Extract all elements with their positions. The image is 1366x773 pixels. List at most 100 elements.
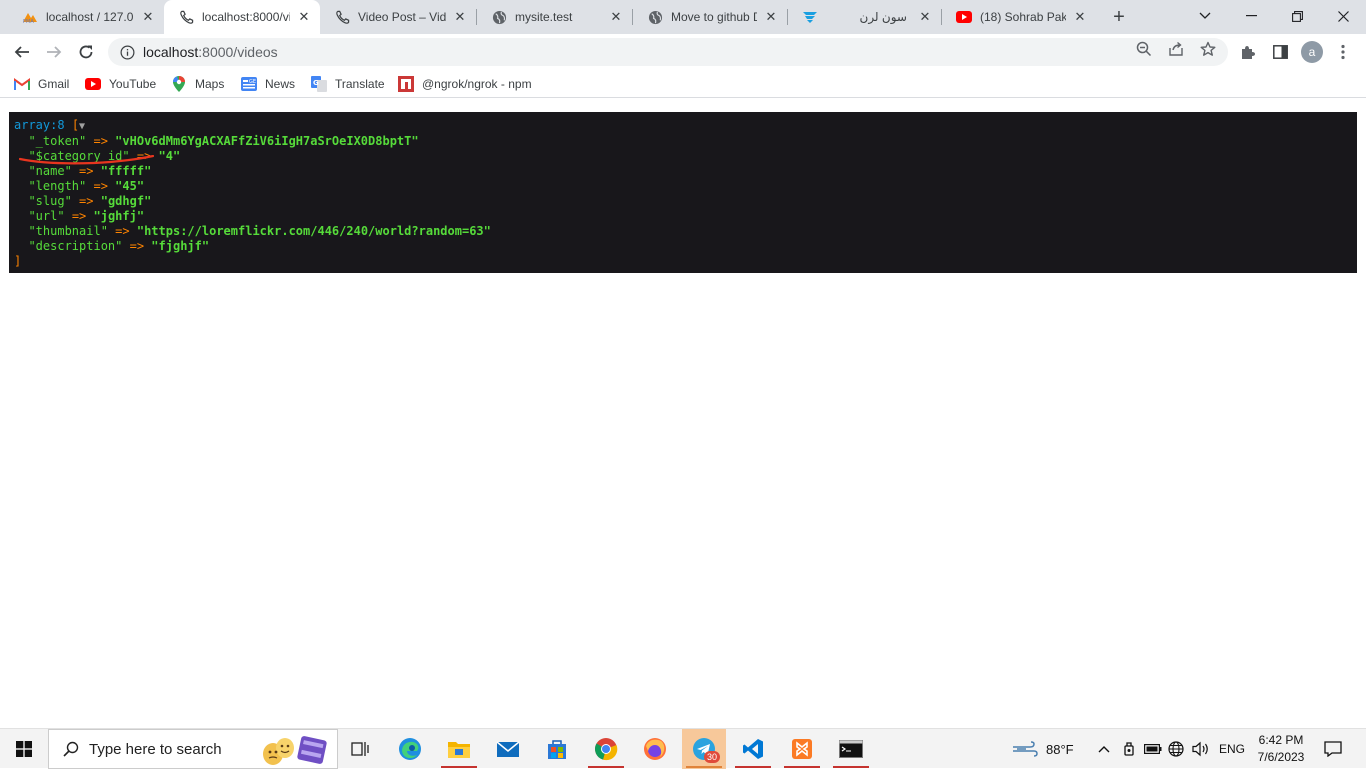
tab-mysite[interactable]: mysite.test ✕	[477, 0, 632, 34]
task-view-icon	[351, 742, 369, 756]
close-icon[interactable]: ✕	[452, 9, 468, 25]
entry-key: "slug"	[28, 194, 72, 208]
arrow-operator: =>	[93, 134, 108, 148]
forward-button[interactable]	[40, 38, 68, 66]
search-placeholder: Type here to search	[89, 740, 222, 758]
bookmark-youtube[interactable]: YouTube	[85, 76, 156, 92]
arrow-operator: =>	[79, 194, 94, 208]
entry-key: "description"	[28, 239, 123, 253]
close-icon[interactable]: ✕	[140, 9, 156, 25]
zoom-button[interactable]	[1135, 40, 1153, 58]
taskbar-search-box[interactable]: Type here to search	[48, 729, 338, 769]
volume-indicator[interactable]	[1192, 729, 1210, 769]
taskbar-chrome[interactable]	[584, 729, 628, 769]
wind-icon	[1013, 741, 1038, 757]
tab-github[interactable]: Move to github Desktop ✕	[633, 0, 787, 34]
taskbar-clock[interactable]: 6:42 PM 7/6/2023	[1253, 732, 1309, 766]
bookmark-gmail[interactable]: Gmail	[14, 76, 69, 92]
back-button[interactable]	[8, 38, 36, 66]
new-tab-button[interactable]: +	[1106, 5, 1132, 29]
bookmark-news[interactable]: GE News	[241, 76, 295, 92]
entry-key: "url"	[28, 209, 65, 223]
dump-footer: ]	[14, 254, 1352, 269]
taskbar-firefox[interactable]	[633, 729, 677, 769]
svg-text:PMA: PMA	[23, 19, 34, 24]
tab-youtube[interactable]: (18) Sohrab Pakzad ✕	[942, 0, 1096, 34]
more-vertical-icon	[1341, 44, 1345, 60]
close-icon	[1337, 10, 1349, 22]
close-icon[interactable]: ✕	[763, 9, 779, 25]
close-icon[interactable]: ✕	[296, 9, 312, 25]
weather-widget[interactable]: 88°F	[1012, 729, 1074, 769]
entry-key: "name"	[28, 164, 72, 178]
tab-video-post[interactable]: Video Post – Videos ✕	[320, 0, 476, 34]
tab-phpmyadmin[interactable]: PMA localhost / 127.0.0 ✕	[8, 0, 164, 34]
telegram-unread-badge: 30	[704, 751, 720, 763]
close-icon[interactable]: ✕	[917, 9, 933, 25]
bookmark-label: YouTube	[109, 77, 157, 91]
tray-device-icon[interactable]	[1122, 729, 1136, 769]
show-hidden-icons-button[interactable]	[1098, 729, 1110, 769]
tab-search-button[interactable]	[1182, 0, 1228, 32]
tab-title: Video Post – Videos	[358, 10, 446, 24]
bookmark-maps[interactable]: Maps	[171, 76, 224, 92]
minimize-button[interactable]	[1228, 0, 1274, 32]
side-panel-icon	[1272, 45, 1288, 59]
taskbar-mail[interactable]	[486, 729, 530, 769]
bookmark-label: Translate	[335, 77, 385, 91]
close-icon[interactable]: ✕	[1072, 9, 1088, 25]
profile-avatar[interactable]: a	[1301, 41, 1323, 63]
url-text[interactable]: localhost:8000/videos	[143, 44, 278, 60]
info-icon[interactable]	[119, 44, 135, 60]
battery-indicator[interactable]	[1144, 729, 1162, 769]
youtube-icon	[85, 76, 101, 92]
bookmarks-bar: Gmail YouTube Maps GE News G Translate @…	[0, 70, 1366, 98]
notification-center-button[interactable]	[1324, 729, 1342, 769]
tab-sevenlearn[interactable]: سون لرن ✕	[788, 0, 941, 34]
restore-button[interactable]	[1274, 0, 1320, 32]
tab-videos[interactable]: localhost:8000/videos ✕	[164, 0, 320, 34]
dump-entry: "$category_id" => "4"	[14, 149, 1352, 164]
collapse-toggle-icon[interactable]: ▼	[79, 121, 85, 132]
start-button[interactable]	[2, 729, 46, 769]
language-code: ENG	[1219, 742, 1246, 756]
address-bar[interactable]: localhost:8000/videos	[108, 38, 1228, 66]
dump-entry: "thumbnail" => "https://loremflickr.com/…	[14, 224, 1352, 239]
taskbar-vscode[interactable]	[731, 729, 775, 769]
dump-entry: "length" => "45"	[14, 179, 1352, 194]
taskbar-telegram[interactable]: 30	[682, 729, 726, 769]
menu-button[interactable]	[1333, 42, 1353, 62]
edge-icon	[399, 738, 421, 760]
array-note: array:8	[14, 118, 65, 132]
taskbar-terminal[interactable]	[829, 729, 873, 769]
side-panel-button[interactable]	[1270, 42, 1290, 62]
close-icon[interactable]: ✕	[608, 9, 624, 25]
taskbar-edge[interactable]	[388, 729, 432, 769]
taskbar-store[interactable]	[535, 729, 579, 769]
close-window-button[interactable]	[1320, 0, 1366, 32]
reload-button[interactable]	[72, 38, 100, 66]
arrow-operator: =>	[115, 224, 130, 238]
task-view-button[interactable]	[338, 729, 382, 769]
taskbar-xampp[interactable]	[780, 729, 824, 769]
entry-value: "gdhgf"	[100, 194, 152, 208]
close-bracket: ]	[14, 254, 22, 268]
translate-icon: G	[311, 76, 327, 92]
entry-key: "$category_id"	[28, 149, 130, 163]
share-button[interactable]	[1167, 40, 1185, 58]
bookmark-star-button[interactable]	[1199, 40, 1217, 58]
dump-entry: "description" => "fjghjf"	[14, 239, 1352, 254]
windows-logo-icon	[16, 741, 32, 757]
notification-icon	[1324, 741, 1342, 757]
extensions-button[interactable]	[1238, 42, 1258, 62]
taskbar-file-explorer[interactable]	[437, 729, 481, 769]
network-indicator[interactable]	[1168, 729, 1184, 769]
clock-date: 7/6/2023	[1257, 750, 1305, 764]
arrow-right-icon	[47, 46, 62, 58]
input-language-indicator[interactable]: ENG	[1219, 729, 1245, 769]
bookmark-translate[interactable]: G Translate	[311, 76, 385, 92]
bookmark-ngrok[interactable]: @ngrok/ngrok - npm	[398, 76, 532, 92]
bookmark-label: News	[265, 77, 296, 91]
open-bracket: [	[71, 118, 80, 132]
arrow-operator: =>	[79, 164, 94, 178]
